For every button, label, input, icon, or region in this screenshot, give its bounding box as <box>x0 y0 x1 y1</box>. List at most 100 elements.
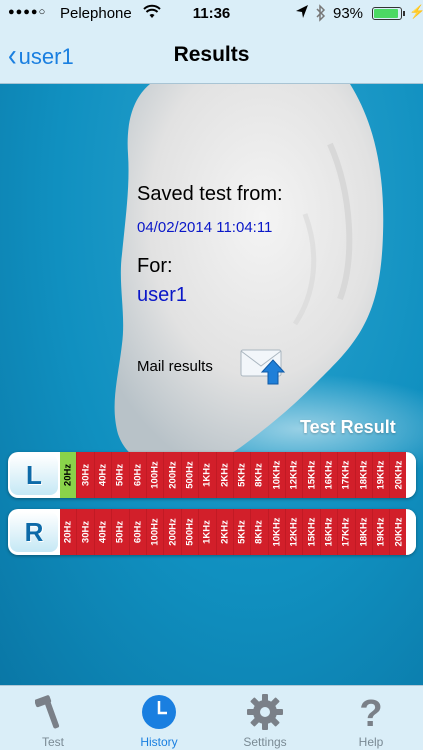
right-freq-cell-19khz[interactable]: 19KHz <box>373 509 391 555</box>
freq-label: 50Hz <box>114 463 126 487</box>
right-ear-frequency-cells: 20Hz 30Hz 40Hz 50Hz 60Hz 100Hz 200Hz 500Hz 1KHz 2… <box>60 509 408 555</box>
right-freq-cell-5khz[interactable]: 5KHz <box>233 509 252 555</box>
row-endcap <box>406 509 416 555</box>
tab-label: Settings <box>243 735 287 749</box>
right-freq-cell-30hz[interactable]: 30Hz <box>77 509 95 555</box>
freq-label: 100Hz <box>149 518 161 546</box>
freq-label: 20Hz <box>62 520 74 544</box>
tab-help[interactable]: ? Help <box>318 686 423 751</box>
left-freq-cell-10khz[interactable]: 10KHz <box>268 452 287 498</box>
left-freq-cell-200hz[interactable]: 200Hz <box>164 452 182 498</box>
bluetooth-icon <box>315 4 327 26</box>
freq-label: 19KHz <box>375 460 387 490</box>
tab-label: History <box>140 735 178 749</box>
left-freq-cell-60hz[interactable]: 60Hz <box>129 452 147 498</box>
left-freq-cell-18khz[interactable]: 18KHz <box>355 452 374 498</box>
battery-percentage: 93% <box>333 5 364 22</box>
freq-label: 100Hz <box>149 461 161 489</box>
left-ear-frequency-cells: 20Hz 30Hz 40Hz 50Hz 60Hz 100Hz 200Hz 500Hz 1KHz 2… <box>60 452 408 498</box>
clock-icon <box>142 695 176 729</box>
tab-settings[interactable]: Settings <box>212 686 318 751</box>
question-icon: ? <box>359 693 382 732</box>
freq-label: 200Hz <box>167 461 179 489</box>
left-freq-cell-8khz[interactable]: 8KHz <box>251 452 269 498</box>
freq-label: 500Hz <box>184 518 196 546</box>
freq-label: 17KHz <box>340 460 352 490</box>
right-freq-cell-100hz[interactable]: 100Hz <box>146 509 165 555</box>
right-freq-cell-10khz[interactable]: 10KHz <box>268 509 287 555</box>
page-title: Results <box>173 43 250 66</box>
freq-label: 1KHz <box>201 463 213 487</box>
left-freq-cell-5khz[interactable]: 5KHz <box>233 452 252 498</box>
freq-label: 15KHz <box>306 517 318 547</box>
mail-results-button[interactable] <box>240 346 286 391</box>
tab-label: Help <box>358 735 384 749</box>
right-freq-cell-15khz[interactable]: 15KHz <box>303 509 321 555</box>
freq-label: 30Hz <box>80 520 92 544</box>
location-icon <box>295 4 309 24</box>
left-freq-cell-30hz[interactable]: 30Hz <box>77 452 95 498</box>
left-freq-cell-40hz[interactable]: 40Hz <box>94 452 113 498</box>
left-freq-cell-17khz[interactable]: 17KHz <box>338 452 356 498</box>
gear-icon <box>247 694 283 730</box>
svg-text:?: ? <box>359 693 382 732</box>
right-freq-cell-40hz[interactable]: 40Hz <box>94 509 113 555</box>
right-freq-cell-1khz[interactable]: 1KHz <box>199 509 217 555</box>
battery-icon <box>372 7 402 20</box>
freq-label: 500Hz <box>184 461 196 489</box>
right-freq-cell-16khz[interactable]: 16KHz <box>320 509 339 555</box>
right-freq-cell-20hz[interactable]: 20Hz <box>60 509 78 555</box>
for-label: For: <box>137 255 173 277</box>
freq-label: 18KHz <box>358 460 370 490</box>
saved-test-user: user1 <box>137 284 188 306</box>
right-ear-label: R <box>10 512 58 552</box>
left-freq-cell-16khz[interactable]: 16KHz <box>320 452 339 498</box>
tab-history[interactable]: History <box>106 686 212 751</box>
freq-label: 10KHz <box>271 460 283 490</box>
freq-label: 2KHz <box>219 463 231 487</box>
right-freq-cell-500hz[interactable]: 500Hz <box>181 509 200 555</box>
left-freq-cell-15khz[interactable]: 15KHz <box>303 452 321 498</box>
freq-label: 30Hz <box>80 463 92 487</box>
test-result-heading: Test Result <box>300 417 396 437</box>
freq-label: 50Hz <box>114 520 126 544</box>
left-freq-cell-50hz[interactable]: 50Hz <box>112 452 130 498</box>
status-bar: ●●●●○ Pelephone 11:36 93% ⚡ <box>0 0 423 28</box>
left-freq-cell-100hz[interactable]: 100Hz <box>146 452 165 498</box>
left-ear-label: L <box>10 455 58 495</box>
right-freq-cell-2khz[interactable]: 2KHz <box>216 509 234 555</box>
hammer-icon <box>35 695 60 729</box>
battery-tip <box>403 11 405 16</box>
right-freq-cell-12khz[interactable]: 12KHz <box>286 509 304 555</box>
left-freq-cell-500hz[interactable]: 500Hz <box>181 452 200 498</box>
right-ear-results: R 20Hz 30Hz 40Hz 50Hz 60Hz 100Hz 200Hz 500Hz 1KH… <box>8 509 416 555</box>
charging-icon: ⚡ <box>409 4 423 19</box>
right-freq-cell-17khz[interactable]: 17KHz <box>338 509 356 555</box>
mail-results-label: Mail results <box>137 358 213 375</box>
freq-label: 60Hz <box>132 520 144 544</box>
tab-test[interactable]: Test <box>0 686 106 751</box>
left-freq-cell-20hz[interactable]: 20Hz <box>60 452 78 498</box>
left-freq-cell-12khz[interactable]: 12KHz <box>286 452 304 498</box>
freq-label: 8KHz <box>253 520 265 544</box>
freq-label: 1KHz <box>201 520 213 544</box>
left-ear-results: L 20Hz 30Hz 40Hz 50Hz 60Hz 100Hz 200Hz 500Hz 1KH… <box>8 452 416 498</box>
right-freq-cell-50hz[interactable]: 50Hz <box>112 509 130 555</box>
left-freq-cell-2khz[interactable]: 2KHz <box>216 452 234 498</box>
freq-label: 20KHz <box>393 460 405 490</box>
right-freq-cell-18khz[interactable]: 18KHz <box>355 509 374 555</box>
freq-label: 12KHz <box>288 460 300 490</box>
freq-label: 2KHz <box>219 520 231 544</box>
saved-test-heading: Saved test from: <box>137 183 283 205</box>
freq-label: 20KHz <box>393 517 405 547</box>
left-freq-cell-1khz[interactable]: 1KHz <box>199 452 217 498</box>
left-freq-cell-19khz[interactable]: 19KHz <box>373 452 391 498</box>
freq-label: 20Hz <box>62 463 74 487</box>
results-panel: Saved test from: 04/02/2014 11:04:11 For… <box>0 84 423 685</box>
right-freq-cell-8khz[interactable]: 8KHz <box>251 509 269 555</box>
right-freq-cell-200hz[interactable]: 200Hz <box>164 509 182 555</box>
right-freq-cell-60hz[interactable]: 60Hz <box>129 509 147 555</box>
freq-label: 16KHz <box>323 460 335 490</box>
freq-label: 16KHz <box>323 517 335 547</box>
freq-label: 19KHz <box>375 517 387 547</box>
